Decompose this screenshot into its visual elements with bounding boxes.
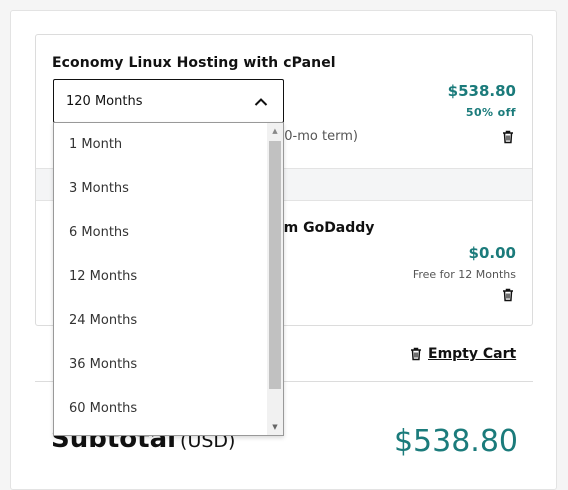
- term-option[interactable]: 3 Months: [54, 167, 283, 211]
- term-option[interactable]: 36 Months: [54, 343, 283, 387]
- term-select-value: 120 Months: [66, 93, 143, 109]
- subtotal-value: $538.80: [393, 424, 518, 459]
- item-price: $538.80: [447, 82, 516, 100]
- empty-cart-button[interactable]: Empty Cart: [410, 346, 516, 362]
- trash-icon: [410, 347, 422, 361]
- renewal-term-text: 20-mo term): [276, 129, 358, 144]
- term-select[interactable]: 120 Months: [53, 79, 284, 123]
- item2-title: om GoDaddy: [274, 220, 375, 236]
- item2-free-note: Free for 12 Months: [412, 268, 516, 281]
- scroll-down-arrow-icon[interactable]: ▼: [267, 419, 283, 435]
- scrollbar-thumb[interactable]: [269, 141, 281, 389]
- term-option[interactable]: 6 Months: [54, 211, 283, 255]
- remove-item-trash-icon[interactable]: [502, 130, 514, 144]
- term-option[interactable]: 12 Months: [54, 255, 283, 299]
- term-dropdown-list: 1 Month 3 Months 6 Months 12 Months 24 M…: [53, 122, 284, 436]
- term-option[interactable]: 1 Month: [54, 123, 283, 167]
- item2-price: $0.00: [468, 244, 516, 262]
- term-option[interactable]: 60 Months: [54, 387, 283, 431]
- empty-cart-label: Empty Cart: [428, 346, 517, 362]
- dropdown-scrollbar[interactable]: ▲ ▼: [267, 123, 283, 435]
- scroll-up-arrow-icon[interactable]: ▲: [267, 123, 283, 139]
- chevron-up-icon: [253, 94, 269, 110]
- remove-item2-trash-icon[interactable]: [502, 288, 514, 302]
- item-discount: 50% off: [465, 106, 516, 119]
- term-option[interactable]: 24 Months: [54, 299, 283, 343]
- item-title: Economy Linux Hosting with cPanel: [52, 55, 336, 71]
